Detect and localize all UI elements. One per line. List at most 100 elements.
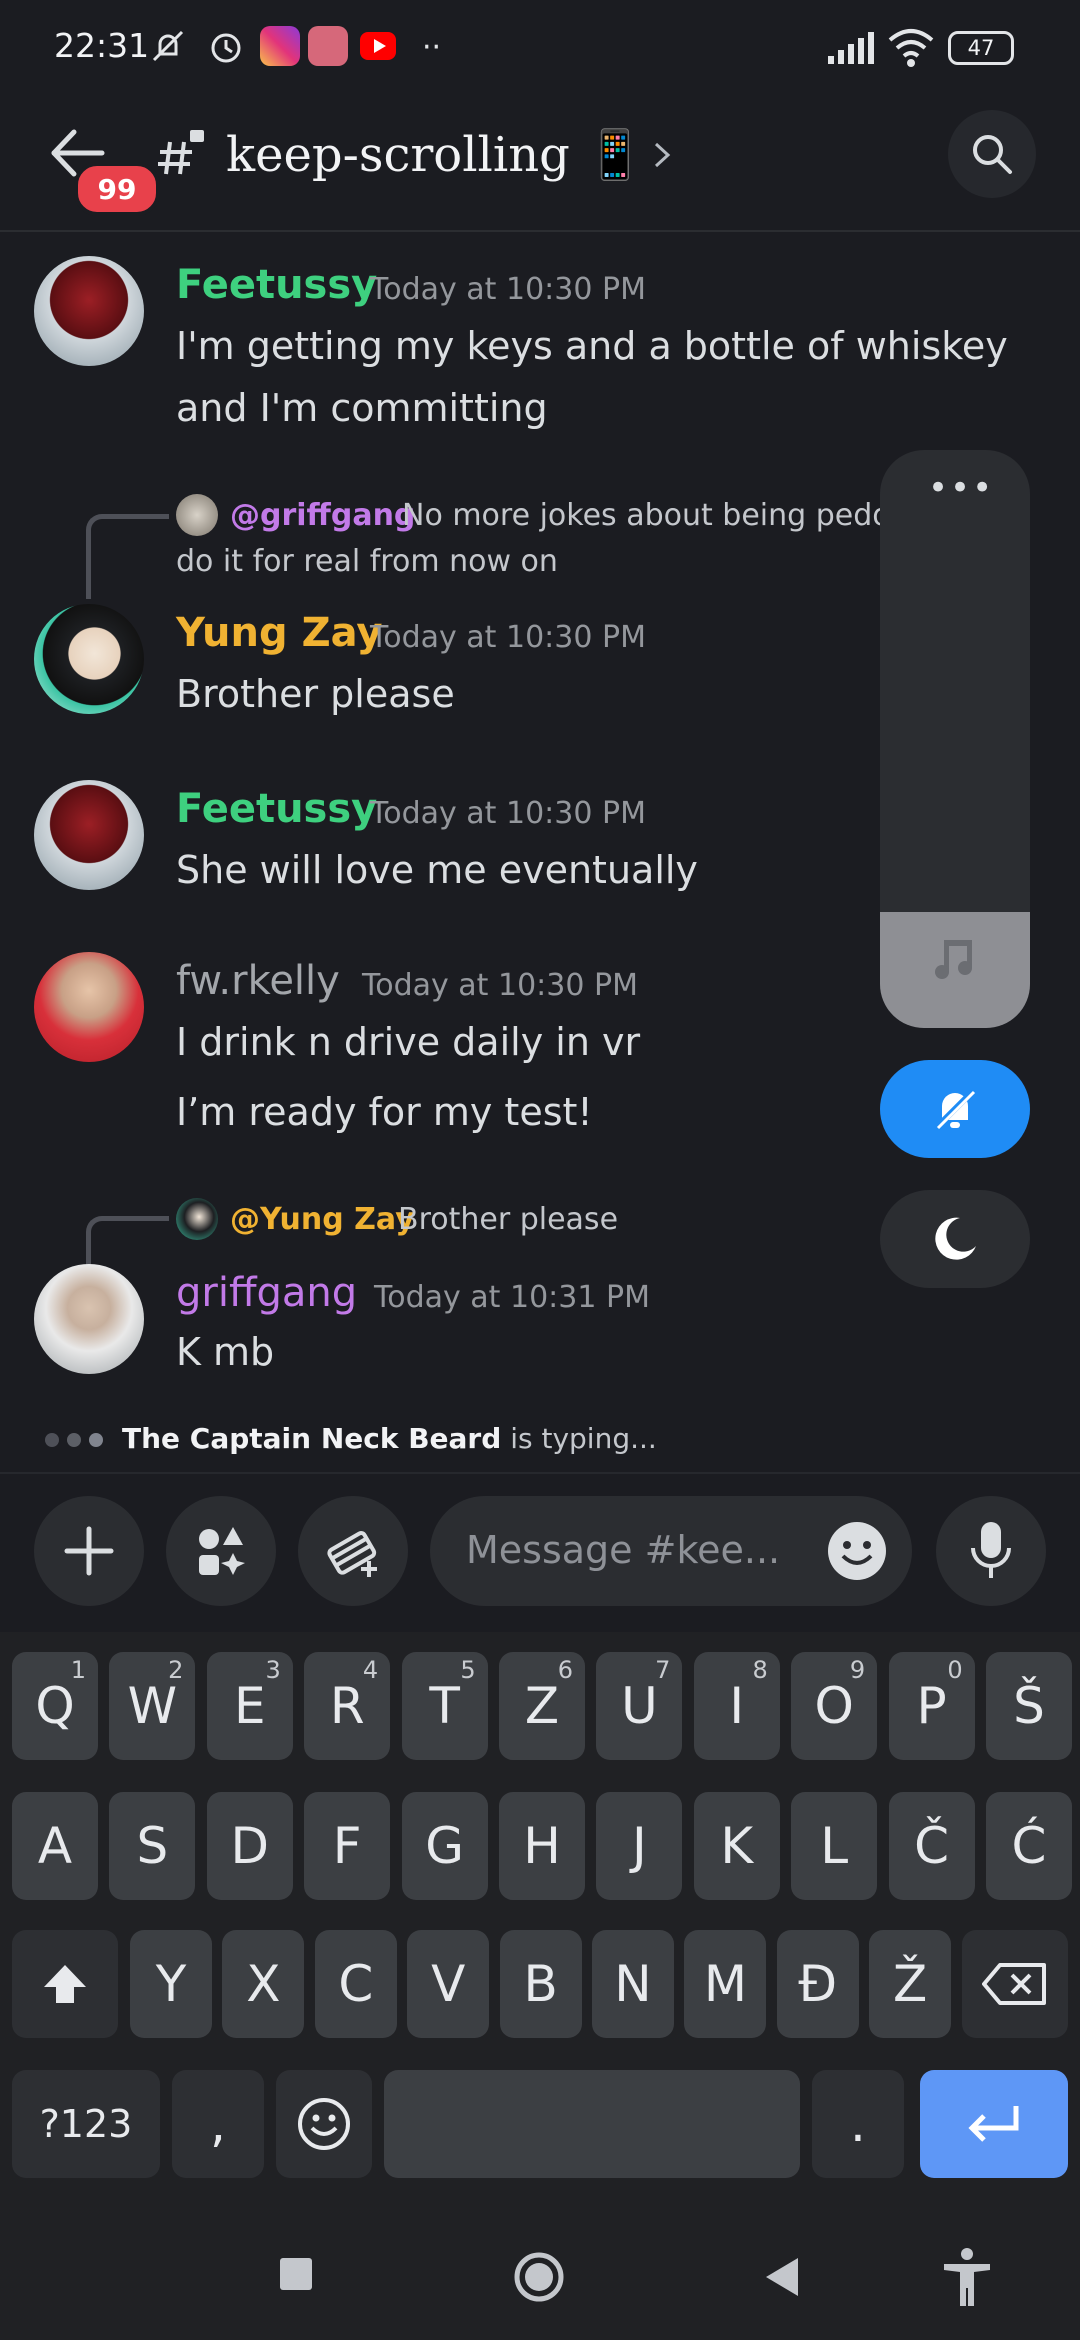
- key-label: Ž: [893, 1955, 928, 2013]
- key-label: M: [703, 1955, 747, 2013]
- more-options-icon[interactable]: •••: [928, 468, 994, 508]
- reply-preview[interactable]: Brother please: [398, 1202, 618, 1237]
- key-k[interactable]: K: [693, 1792, 780, 1900]
- avatar: [176, 1198, 218, 1240]
- key-č[interactable]: Č: [888, 1792, 975, 1900]
- home-button[interactable]: [512, 2250, 566, 2304]
- avatar[interactable]: [34, 604, 144, 714]
- key-x[interactable]: X: [222, 1930, 305, 2038]
- key-m[interactable]: M: [684, 1930, 767, 2038]
- key-v[interactable]: V: [407, 1930, 490, 2038]
- key-t[interactable]: T5: [401, 1652, 488, 1760]
- timestamp: Today at 10:30 PM: [370, 796, 646, 831]
- shift-key[interactable]: [12, 1930, 118, 2038]
- username[interactable]: Yung Zay: [176, 610, 382, 656]
- key-p[interactable]: P0: [888, 1652, 975, 1760]
- reply-preview[interactable]: No more jokes about being pedos: [402, 498, 906, 533]
- key-ž[interactable]: Ž: [869, 1930, 952, 2038]
- key-j[interactable]: J: [596, 1792, 683, 1900]
- enter-key[interactable]: [920, 2070, 1068, 2178]
- key-h[interactable]: H: [499, 1792, 585, 1900]
- signal-icon: [828, 32, 874, 64]
- period-key[interactable]: .: [812, 2070, 904, 2178]
- key-label: Đ: [798, 1955, 838, 2013]
- key-c[interactable]: C: [314, 1930, 397, 2038]
- key-number-hint: 3: [265, 1656, 281, 1684]
- reply-username[interactable]: @griffgang: [230, 498, 415, 533]
- search-button[interactable]: [948, 110, 1036, 198]
- emoji-icon[interactable]: [826, 1520, 888, 1582]
- reply-preview[interactable]: do it for real from now on: [176, 544, 558, 579]
- key-label: D: [230, 1817, 270, 1875]
- key-a[interactable]: A: [12, 1792, 98, 1900]
- reply-username[interactable]: @Yung Zay: [230, 1202, 415, 1237]
- emoji-key[interactable]: [276, 2070, 372, 2178]
- username[interactable]: griffgang: [176, 1270, 357, 1316]
- youtube-icon: [360, 32, 396, 60]
- key-đ[interactable]: Đ: [776, 1930, 859, 2038]
- voice-message-button[interactable]: [936, 1496, 1046, 1606]
- key-g[interactable]: G: [401, 1792, 488, 1900]
- key-y[interactable]: Y: [130, 1930, 212, 2038]
- key-label: R: [329, 1677, 365, 1735]
- channel-title[interactable]: keep-scrolling 📱: [226, 126, 645, 183]
- back-button[interactable]: [762, 2256, 802, 2298]
- backspace-key[interactable]: [962, 1930, 1068, 2038]
- key-label: I: [729, 1677, 745, 1735]
- key-d[interactable]: D: [206, 1792, 293, 1900]
- key-n[interactable]: N: [592, 1930, 674, 2038]
- gift-button[interactable]: [298, 1496, 408, 1606]
- avatar[interactable]: [34, 952, 144, 1062]
- username[interactable]: fw.rkelly: [176, 958, 340, 1004]
- more-notifications-icon: ··: [422, 30, 442, 65]
- recents-button[interactable]: [280, 2258, 312, 2290]
- key-label: Y: [155, 1955, 187, 2013]
- mute-toggle-button[interactable]: [880, 1060, 1030, 1158]
- key-label: O: [814, 1677, 854, 1735]
- key-š[interactable]: Š: [986, 1652, 1072, 1760]
- dark-mode-button[interactable]: [880, 1190, 1030, 1288]
- comma-key[interactable]: ,: [172, 2070, 264, 2178]
- key-o[interactable]: O9: [791, 1652, 878, 1760]
- key-i[interactable]: I8: [693, 1652, 780, 1760]
- apps-icon: [199, 1527, 245, 1575]
- avatar[interactable]: [34, 256, 144, 366]
- key-label: J: [632, 1817, 647, 1875]
- reply-connector: [86, 1216, 169, 1269]
- key-number-hint: 0: [947, 1656, 963, 1684]
- key-label: G: [425, 1817, 464, 1875]
- add-attachment-button[interactable]: [34, 1496, 144, 1606]
- avatar[interactable]: [34, 780, 144, 890]
- volume-slider[interactable]: •••: [880, 450, 1030, 1028]
- key-l[interactable]: L: [791, 1792, 878, 1900]
- reply-connector: [86, 514, 169, 599]
- accessibility-icon[interactable]: [940, 2246, 994, 2308]
- moon-icon: [935, 1217, 976, 1260]
- space-key[interactable]: [384, 2070, 800, 2178]
- key-q[interactable]: Q1: [12, 1652, 98, 1760]
- username[interactable]: Feetussy: [176, 262, 377, 308]
- key-number-hint: 6: [557, 1656, 573, 1684]
- key-ć[interactable]: Ć: [986, 1792, 1072, 1900]
- key-e[interactable]: E3: [206, 1652, 293, 1760]
- key-u[interactable]: U7: [596, 1652, 683, 1760]
- key-label: S: [136, 1817, 169, 1875]
- username[interactable]: Feetussy: [176, 786, 377, 832]
- key-b[interactable]: B: [499, 1930, 582, 2038]
- key-label: E: [234, 1677, 266, 1735]
- key-z[interactable]: Z6: [499, 1652, 585, 1760]
- apps-button[interactable]: [166, 1496, 276, 1606]
- chevron-right-icon[interactable]: [650, 140, 674, 170]
- key-s[interactable]: S: [109, 1792, 196, 1900]
- backspace-icon: [982, 1963, 1046, 2005]
- music-note-icon: [935, 940, 972, 979]
- key-w[interactable]: W2: [109, 1652, 196, 1760]
- typing-indicator: The Captain Neck Beard is typing...: [122, 1422, 657, 1455]
- emoji-icon: [298, 2098, 350, 2150]
- symbols-key[interactable]: ?123: [12, 2070, 160, 2178]
- key-label: N: [614, 1955, 652, 2013]
- timestamp: Today at 10:30 PM: [370, 272, 646, 307]
- key-f[interactable]: F: [304, 1792, 391, 1900]
- avatar[interactable]: [34, 1264, 144, 1374]
- key-r[interactable]: R4: [304, 1652, 391, 1760]
